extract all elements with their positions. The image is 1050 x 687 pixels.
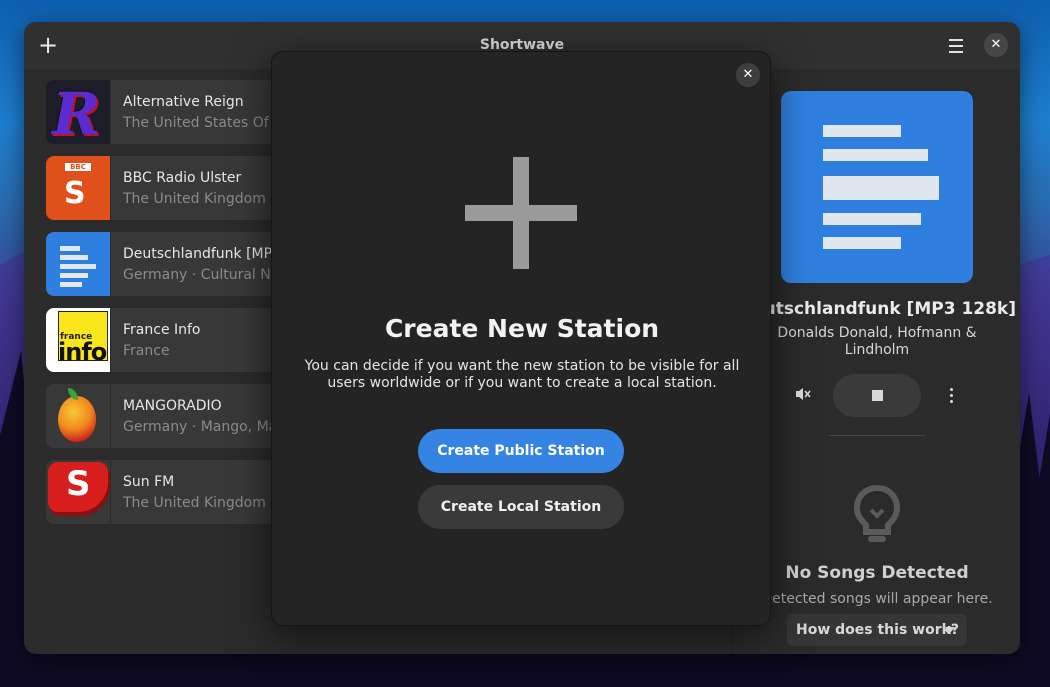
divider	[829, 435, 925, 436]
station-logo: france info	[46, 308, 110, 372]
station-title: France Info	[123, 322, 201, 338]
plus-icon-bar	[465, 205, 577, 221]
create-local-station-button[interactable]: Create Local Station	[418, 485, 624, 529]
station-logo	[46, 384, 110, 448]
station-title: Sun FM	[123, 474, 175, 490]
how-does-this-work-button[interactable]: How does this work?	[787, 614, 967, 646]
how-button-label: How does this work?	[796, 622, 960, 638]
station-row[interactable]: R Alternative Reign The United States Of…	[46, 80, 306, 144]
station-title: Alternative Reign	[123, 94, 244, 110]
station-logo: R	[46, 80, 110, 144]
no-songs-title: No Songs Detected	[785, 563, 969, 583]
station-subtitle: France	[123, 343, 170, 359]
main-menu-icon[interactable]	[944, 34, 968, 58]
station-list: R Alternative Reign The United States Of…	[46, 80, 306, 536]
create-station-dialog: ✕ Create New Station You can decide if y…	[271, 51, 771, 626]
station-logo: S	[46, 460, 110, 524]
station-title: BBC Radio Ulster	[123, 170, 242, 186]
station-row[interactable]: MANGORADIO Germany · Mango, Mango	[46, 384, 306, 448]
station-title: MANGORADIO	[123, 398, 222, 414]
no-songs-subtitle: Detected songs will appear here.	[761, 591, 993, 607]
now-playing-title: Deutschlandfunk [MP3 128k]	[737, 299, 1017, 319]
window-close-icon[interactable]: ✕	[984, 33, 1008, 57]
station-row[interactable]: Deutschlandfunk [MP3 128k] Germany · Cul…	[46, 232, 306, 296]
station-logo: BBC S	[46, 156, 110, 220]
lightbulb-icon	[853, 484, 901, 550]
now-playing-sidebar: Deutschlandfunk [MP3 128k] Donalds Donal…	[732, 69, 1020, 654]
chevron-down-icon	[945, 627, 955, 633]
now-playing-subtitle: Donalds Donald, Hofmann & Lindholm	[777, 325, 977, 358]
dialog-description: You can decide if you want the new stati…	[304, 358, 740, 391]
more-vertical-icon[interactable]	[947, 385, 955, 405]
station-row[interactable]: BBC S BBC Radio Ulster The United Kingdo…	[46, 156, 306, 220]
dialog-title: Create New Station	[384, 314, 660, 343]
stop-icon	[872, 390, 883, 401]
dialog-close-icon[interactable]: ✕	[736, 63, 760, 87]
station-row[interactable]: france info France Info France	[46, 308, 306, 372]
station-logo	[46, 232, 110, 296]
stop-button[interactable]	[833, 374, 921, 417]
station-artwork	[781, 91, 973, 283]
speaker-muted-icon[interactable]	[793, 385, 813, 405]
station-row[interactable]: S Sun FM The United Kingdom Of Great Bri…	[46, 460, 306, 524]
create-public-station-button[interactable]: Create Public Station	[418, 429, 624, 473]
